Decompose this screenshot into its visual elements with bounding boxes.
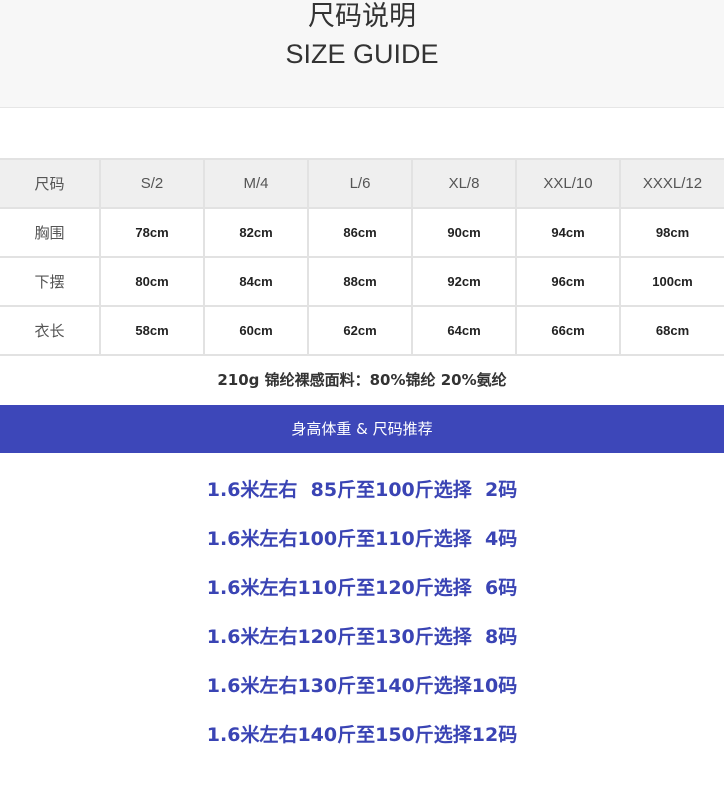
row-label-hem: 下摆: [0, 256, 101, 307]
table-cell: 98cm: [619, 207, 724, 258]
table-cell: 60cm: [203, 305, 309, 356]
table-cell: 78cm: [99, 207, 205, 258]
size-header-cell: L/6: [307, 158, 413, 209]
size-table: 尺码 S/2 M/4 L/6 XL/8 XXL/10 XXXL/12 胸围 78…: [0, 158, 724, 356]
row-label-chest: 胸围: [0, 207, 101, 258]
recommendation-list: 1.6米左右 85斤至100斤选择 2码 1.6米左右100斤至110斤选择 4…: [0, 466, 724, 760]
table-cell: 58cm: [99, 305, 205, 356]
table-cell: 64cm: [411, 305, 517, 356]
table-cell: 90cm: [411, 207, 517, 258]
list-item: 1.6米左右140斤至150斤选择12码: [206, 724, 518, 746]
size-header-cell: XXL/10: [515, 158, 621, 209]
table-cell: 86cm: [307, 207, 413, 258]
list-item: 1.6米左右 85斤至100斤选择 2码: [206, 479, 518, 501]
size-table-container: 尺码 S/2 M/4 L/6 XL/8 XXL/10 XXXL/12 胸围 78…: [0, 158, 724, 356]
table-cell: 96cm: [515, 256, 621, 307]
table-cell: 100cm: [619, 256, 724, 307]
size-header-cell: S/2: [99, 158, 205, 209]
table-cell: 82cm: [203, 207, 309, 258]
row-label-length: 衣长: [0, 305, 101, 356]
list-item: 1.6米左右110斤至120斤选择 6码: [206, 577, 518, 599]
table-cell: 66cm: [515, 305, 621, 356]
list-item: 1.6米左右100斤至110斤选择 4码: [206, 528, 518, 550]
size-column-header: 尺码: [0, 158, 101, 209]
page-title-english: SIZE GUIDE: [285, 39, 439, 69]
table-cell: 62cm: [307, 305, 413, 356]
list-item: 1.6米左右120斤至130斤选择 8码: [206, 626, 518, 648]
material-description: 210g 锦纶裸感面料：80%锦纶 20%氨纶: [217, 371, 507, 389]
size-header-cell: XL/8: [411, 158, 517, 209]
table-cell: 88cm: [307, 256, 413, 307]
table-cell: 80cm: [99, 256, 205, 307]
table-cell: 94cm: [515, 207, 621, 258]
table-row: 下摆 80cm 84cm 88cm 92cm 96cm 100cm: [0, 256, 724, 307]
size-header-cell: M/4: [203, 158, 309, 209]
size-table-header-row: 尺码 S/2 M/4 L/6 XL/8 XXL/10 XXXL/12: [0, 158, 724, 209]
page-header: 尺码说明 SIZE GUIDE: [0, 0, 724, 108]
list-item: 1.6米左右130斤至140斤选择10码: [206, 675, 518, 697]
table-row: 衣长 58cm 60cm 62cm 64cm 66cm 68cm: [0, 305, 724, 356]
table-row: 胸围 78cm 82cm 86cm 90cm 94cm 98cm: [0, 207, 724, 258]
table-cell: 92cm: [411, 256, 517, 307]
recommendation-banner: 身高体重 & 尺码推荐: [0, 405, 724, 453]
size-header-cell: XXXL/12: [619, 158, 724, 209]
table-cell: 84cm: [203, 256, 309, 307]
page-title-chinese: 尺码说明: [308, 1, 416, 32]
table-cell: 68cm: [619, 305, 724, 356]
